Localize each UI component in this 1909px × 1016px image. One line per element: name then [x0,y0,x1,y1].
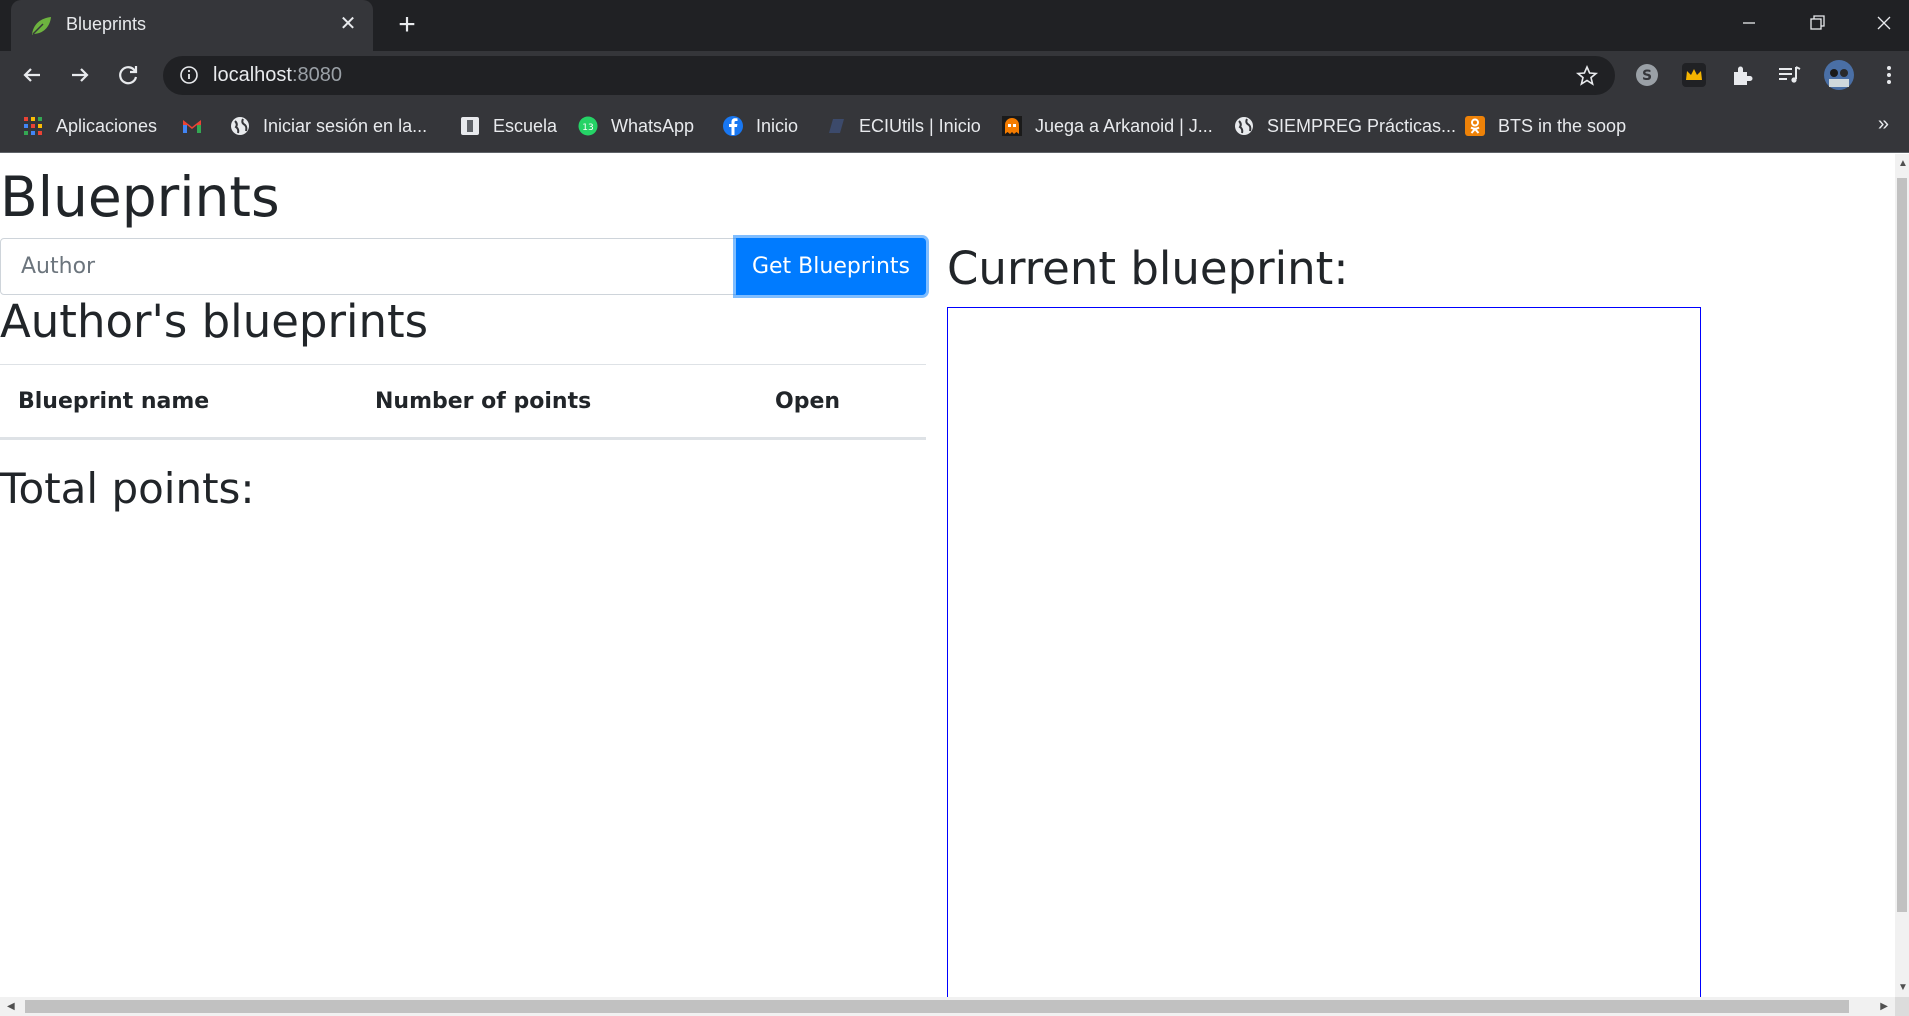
author-input[interactable] [0,238,738,295]
tab-title: Blueprints [66,14,147,34]
browser-menu-icon[interactable] [1876,62,1902,88]
restore-icon[interactable] [1799,8,1835,38]
horizontal-scrollbar[interactable]: ◀ ▶ [0,997,1895,1016]
get-blueprints-button[interactable]: Get Blueprints [736,238,926,295]
bookmark-label: BTS in the soop [1498,115,1627,136]
info-icon[interactable] [179,65,199,85]
book-icon [829,119,844,133]
bookmark-iniciar-sesion[interactable]: Iniciar sesión en la... [229,113,427,139]
bookmark-label: ECIUtils | Inicio [859,115,981,136]
bookmark-escuela[interactable]: Escuela [459,113,557,139]
blueprint-canvas[interactable] [947,307,1701,997]
forward-arrow-icon[interactable] [66,61,94,89]
browser-tab[interactable]: Blueprints ✕ [11,0,373,51]
bookmark-label: Juega a Arkanoid | J... [1035,115,1213,136]
horizontal-scroll-thumb[interactable] [25,1000,1849,1013]
bookmark-bts[interactable]: BTS in the soop [1464,113,1626,139]
school-icon [461,117,479,135]
url-port: :8080 [291,64,342,86]
table-header-row: Blueprint name Number of points Open [0,364,926,440]
bookmark-inicio[interactable]: Inicio [722,113,798,139]
new-tab-icon[interactable]: + [392,10,422,40]
bookmark-whatsapp[interactable]: 13 WhatsApp [577,113,694,139]
apps-grid-icon [24,117,42,135]
column-header-blueprint-name: Blueprint name [0,364,357,440]
browser-toolbar: localhost:8080 S [0,51,1909,99]
facebook-icon [723,116,743,136]
vertical-scroll-thumb[interactable] [1897,178,1907,912]
bookmark-eciutils[interactable]: ECIUtils | Inicio [825,113,981,139]
column-header-number-of-points: Number of points [357,364,757,440]
pacman-ghost-icon [1002,116,1022,136]
close-window-icon[interactable] [1866,8,1902,38]
column-header-open: Open [757,364,926,440]
profile-avatar[interactable] [1823,59,1855,91]
skype-icon[interactable]: S [1634,62,1660,88]
browser-tab-bar: Blueprints ✕ + [0,0,1909,51]
gmail-icon [183,120,201,133]
minimize-icon[interactable] [1731,8,1767,38]
scroll-right-icon[interactable]: ▶ [1880,1001,1888,1012]
whatsapp-icon: 13 [578,116,598,136]
bookmark-gmail[interactable] [181,113,215,139]
scroll-down-icon[interactable]: ▼ [1898,982,1908,993]
url-host: localhost [213,64,292,86]
scroll-corner [1895,997,1909,1016]
current-blueprint-heading: Current blueprint: [947,242,1349,295]
bookmark-aplicaciones[interactable]: Aplicaciones [22,113,157,139]
page-title: Blueprints [0,165,280,229]
bookmark-label: Inicio [756,115,799,136]
spring-leaf-icon [32,17,51,35]
bookmark-label: WhatsApp [611,115,695,136]
ok-icon [1465,116,1485,136]
tab-close-icon[interactable]: ✕ [336,12,360,36]
globe-icon [1235,117,1253,135]
bookmarks-bar: Aplicaciones Iniciar sesión en la... Esc… [0,99,1909,153]
bookmark-label: Aplicaciones [56,115,158,136]
bookmark-arkanoid[interactable]: Juega a Arkanoid | J... [1001,113,1213,139]
bookmark-siempreg[interactable]: SIEMPREG Prácticas... [1233,113,1456,139]
blueprints-table: Blueprint name Number of points Open [0,364,926,440]
bookmark-star-icon[interactable] [1575,64,1599,88]
address-bar[interactable]: localhost:8080 [163,56,1615,95]
extensions-puzzle-icon[interactable] [1729,62,1755,88]
vertical-scrollbar[interactable]: ▲ ▼ [1895,154,1909,997]
globe-icon [231,117,249,135]
media-queue-icon[interactable] [1776,62,1802,88]
svg-text:S: S [1642,68,1652,84]
reload-icon[interactable] [114,61,142,89]
bookmark-label: Escuela [493,115,558,136]
web-page: Blueprints Get Blueprints Author's bluep… [0,154,1895,997]
svg-text:13: 13 [582,123,593,133]
bookmark-label: Iniciar sesión en la... [263,115,428,136]
more-bookmarks-icon[interactable]: » [1878,113,1889,136]
back-arrow-icon[interactable] [18,61,46,89]
scroll-left-icon[interactable]: ◀ [7,1001,15,1012]
bookmark-label: SIEMPREG Prácticas... [1267,115,1457,136]
url-text: localhost:8080 [213,64,342,87]
total-points-label: Total points: [0,464,255,513]
authors-blueprints-heading: Author's blueprints [0,295,429,348]
crown-extension-icon[interactable] [1681,62,1707,88]
scroll-up-icon[interactable]: ▲ [1898,158,1908,169]
